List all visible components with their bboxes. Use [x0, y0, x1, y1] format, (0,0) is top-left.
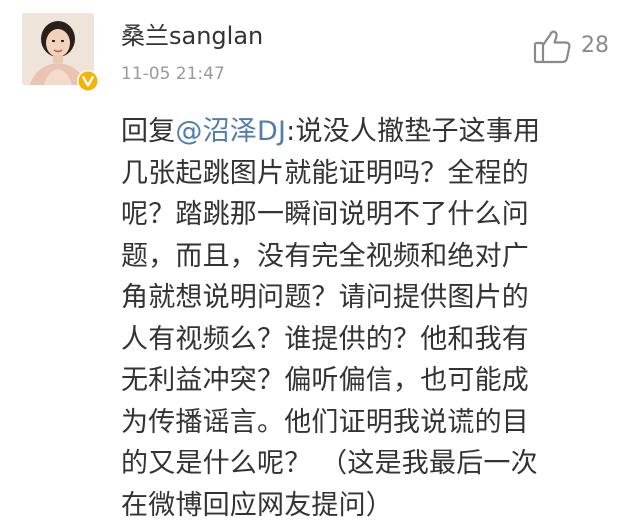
comment-line: 回复@沼泽DJ:说没人撤垫子这事用	[121, 111, 621, 153]
comment-line-text: :说没人撤垫子这事用	[286, 116, 540, 147]
comment-line: 角就想说明问题？请问提供图片的	[121, 277, 621, 319]
timestamp: 11-05 21:47	[121, 63, 225, 85]
comment-line: 人有视频么？谁提供的？他和我有	[121, 319, 621, 361]
comment-line: 呢？踏跳那一瞬间说明不了什么问	[121, 194, 621, 236]
comment-card: 桑兰sanglan 11-05 21:47 28 回复@沼泽DJ:说没人撤垫子这…	[0, 0, 640, 515]
mention-link[interactable]: @沼泽DJ	[175, 116, 286, 147]
comment-line: 几张起跳图片就能证明吗？全程的	[121, 153, 621, 195]
comment-line: 为传播谣言。他们证明我说谎的目	[121, 402, 621, 444]
username[interactable]: 桑兰sanglan	[121, 20, 263, 52]
comment-line: 在微博回应网友提问）	[121, 485, 621, 526]
comment-line: 的又是什么呢？ （这是我最后一次	[121, 443, 621, 485]
reply-prefix: 回复	[121, 116, 175, 147]
comment-line: 题，而且，没有完全视频和绝对广	[121, 236, 621, 278]
comment-line: 无利益冲突？偏听偏信，也可能成	[121, 360, 621, 402]
like-button[interactable]: 28	[533, 28, 609, 64]
avatar-container[interactable]	[22, 13, 94, 85]
like-count: 28	[581, 28, 609, 64]
thumbs-up-icon	[533, 28, 573, 64]
comment-text: 回复@沼泽DJ:说没人撤垫子这事用 几张起跳图片就能证明吗？全程的 呢？踏跳那一…	[121, 111, 621, 526]
verified-badge-icon	[76, 69, 100, 93]
